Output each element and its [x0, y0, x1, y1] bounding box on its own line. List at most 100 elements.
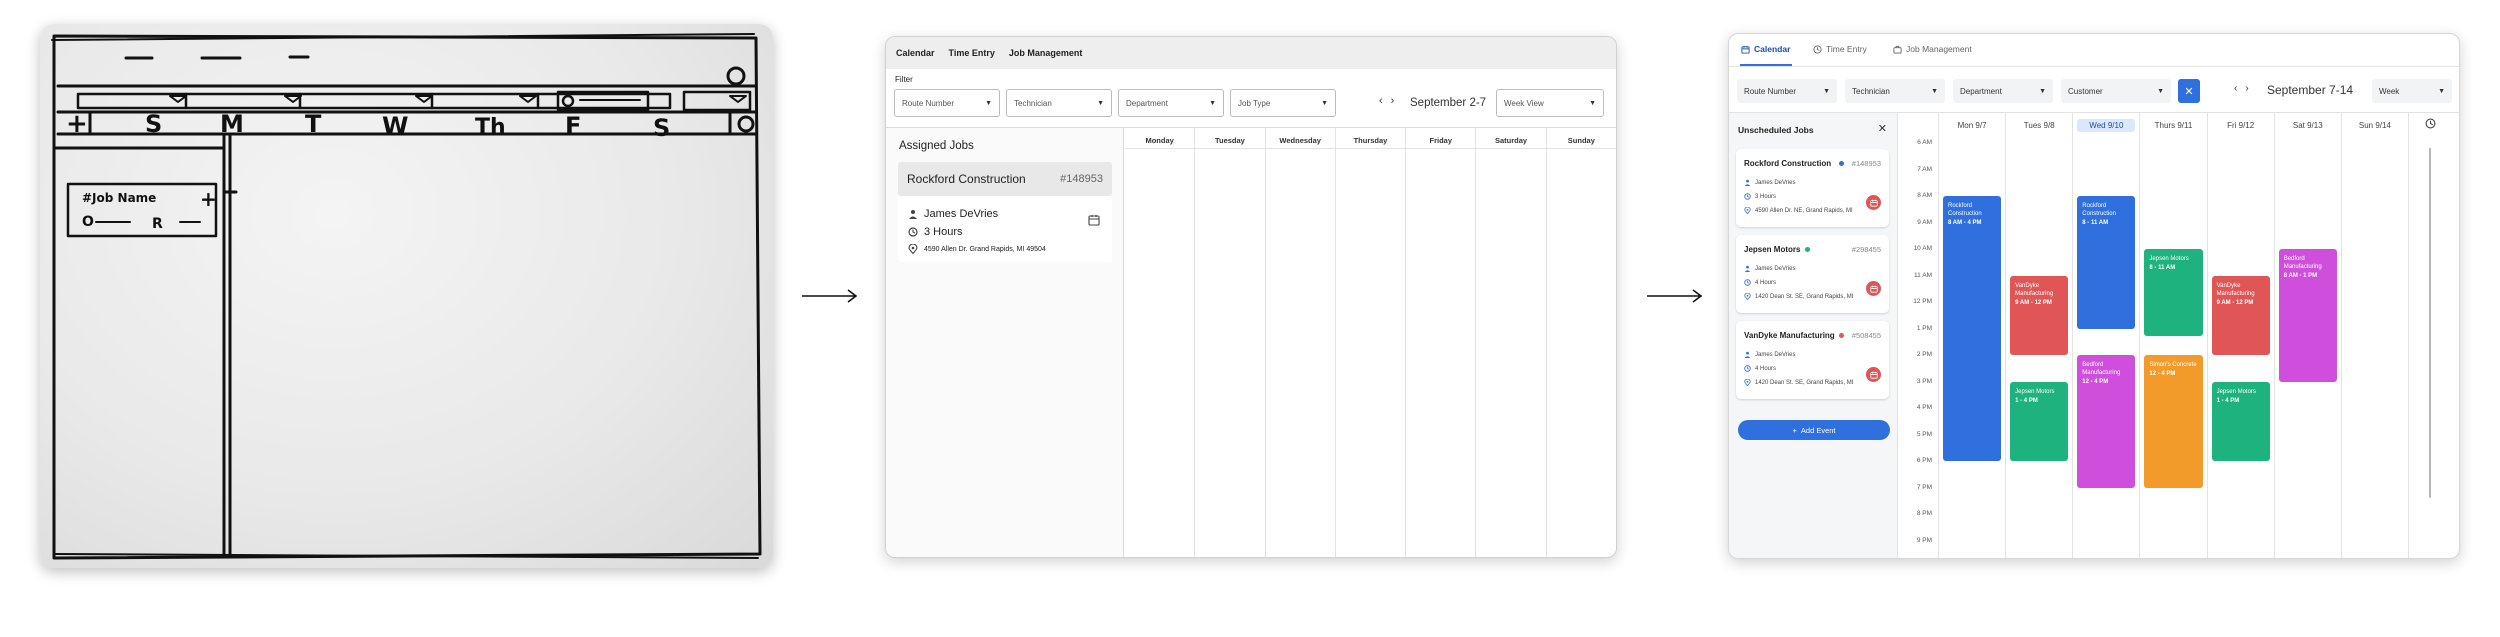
hour-label: 8 AM — [1917, 192, 1932, 199]
day-column[interactable]: Tues 9/8 VanDyke Manufacturing 9 AM - 12 P… — [2006, 113, 2074, 558]
job-type-select[interactable]: Job Type ▼ — [1230, 89, 1336, 117]
department-select[interactable]: Department ▼ — [1953, 79, 2053, 103]
calendar-add-icon — [1869, 199, 1878, 207]
calendar-add-icon[interactable] — [1088, 214, 1100, 226]
schedule-job-button[interactable] — [1866, 281, 1881, 296]
location-pin-icon — [908, 244, 918, 254]
calendar-event[interactable]: Jepsen Motors 8 - 11 AM — [2144, 249, 2203, 337]
tab-job-management[interactable]: Job Management — [1893, 44, 1972, 54]
unscheduled-job-card[interactable]: Rockford Construction #148953 James DeVrie… — [1736, 149, 1889, 227]
day-column[interactable]: Monday — [1125, 128, 1196, 557]
sidebar-title: Unscheduled Jobs — [1738, 125, 1814, 135]
schedule-job-button[interactable] — [1866, 367, 1881, 382]
calendar-event[interactable]: Rockford Construction 8 AM - 4 PM — [1943, 196, 2002, 461]
day-column[interactable]: Sunday — [1547, 128, 1616, 557]
svg-text:+: + — [200, 187, 217, 211]
briefcase-icon — [1893, 45, 1902, 54]
chevron-left-icon[interactable]: ‹ — [1379, 95, 1383, 107]
svg-text:S: S — [653, 114, 670, 142]
event-time: 8 - 11 AM — [2082, 220, 2109, 227]
calendar-utility-rail — [2409, 113, 2459, 558]
day-column[interactable]: Tuesday — [1195, 128, 1266, 557]
day-header: Tues 9/8 — [2023, 121, 2055, 130]
chevron-right-icon[interactable]: › — [2245, 83, 2248, 94]
event-time: 8 AM - 1 PM — [2283, 273, 2318, 280]
job-card-header[interactable]: Rockford Construction #148953 — [898, 162, 1112, 196]
job-technician: James DeVries — [1744, 265, 1795, 272]
calendar-event[interactable]: Simon's Concrete 12 - 4 PM — [2144, 355, 2203, 488]
job-duration: 4 Hours — [1744, 279, 1776, 286]
day-column[interactable]: Wednesday — [1266, 128, 1336, 557]
day-column[interactable]: Thurs 9/11 Jepsen Motors 8 - 11 AM Simon's … — [2140, 113, 2208, 558]
job-address: 1420 Dean St. SE, Grand Rapids, MI — [1744, 293, 1853, 300]
day-column[interactable]: Mon 9/7 Rockford Construction 8 AM - 4 PM — [1939, 113, 2007, 558]
whiteboard-sketch: + S M T W Th F S #Job Name + O R — [40, 24, 773, 568]
arrow-right-icon — [800, 286, 860, 306]
clear-filters-button[interactable]: ✕ — [2178, 79, 2200, 103]
department-select[interactable]: Department ▼ — [1118, 89, 1224, 117]
chevron-left-icon[interactable]: ‹ — [2234, 83, 2237, 94]
day-column[interactable]: Friday — [1406, 128, 1477, 557]
calendar-event[interactable]: VanDyke Manufacturing 9 AM - 12 PM — [2211, 275, 2270, 355]
calendar-event[interactable]: Jepsen Motors 1 - 4 PM — [2211, 381, 2270, 461]
unscheduled-job-card[interactable]: VanDyke Manufacturing #508455 James DeVrie… — [1736, 321, 1889, 399]
nav-time-entry[interactable]: Time Entry — [949, 48, 995, 58]
clock-icon — [1744, 279, 1751, 286]
view-select[interactable]: Week ▼ — [2372, 79, 2452, 103]
svg-text:R: R — [152, 216, 163, 232]
tab-calendar[interactable]: Calendar — [1741, 44, 1790, 54]
event-name: Rockford Construction — [2082, 203, 2116, 218]
clock-icon — [1813, 44, 1822, 54]
route-number-select[interactable]: Route Number ▼ — [894, 89, 1000, 117]
hour-axis: 6 AM 7 AM 8 AM 9 AM 10 AM 11 AM 12 PM 1 PM 2 PM 3… — [1899, 113, 1939, 558]
job-name: Rockford Construction — [907, 172, 1026, 186]
top-navigation: Calendar Time Entry Job Management — [886, 37, 1616, 69]
day-column[interactable]: Sat 9/13 Bedford Manufacturing 8 AM - 1 PM — [2275, 113, 2342, 558]
calendar-event[interactable]: Bedford Manufacturing 12 - 4 PM — [2077, 355, 2136, 488]
event-time: 8 - 11 AM — [2149, 265, 2176, 272]
calendar-event[interactable]: Bedford Manufacturing 8 AM - 1 PM — [2278, 249, 2337, 382]
day-column[interactable]: Wed 9/10 Rockford Construction 8 - 11 AM Be… — [2073, 113, 2141, 558]
svg-text:S: S — [145, 110, 162, 138]
clock-icon — [1744, 193, 1751, 200]
event-name: Jepsen Motors — [2216, 388, 2256, 395]
calendar-event[interactable]: Jepsen Motors 1 - 4 PM — [2010, 381, 2069, 461]
caret-down-icon: ▼ — [1321, 99, 1328, 107]
job-duration: 4 Hours — [1744, 365, 1776, 372]
calendar-event[interactable]: VanDyke Manufacturing 9 AM - 12 PM — [2010, 275, 2069, 355]
technician-select[interactable]: Technician ▼ — [1006, 89, 1112, 117]
scrollbar[interactable] — [2429, 148, 2431, 498]
status-dot — [1804, 247, 1810, 252]
unscheduled-job-card[interactable]: Jepsen Motors #298455 James DeVries 4 Hours… — [1736, 235, 1889, 313]
hour-label: 4 PM — [1916, 404, 1932, 411]
caret-down-icon: ▼ — [985, 99, 992, 107]
day-column[interactable]: Sun 9/14 — [2342, 113, 2409, 558]
unscheduled-jobs-sidebar: Unscheduled Jobs ✕ Rockford Construction… — [1729, 113, 1898, 558]
nav-calendar[interactable]: Calendar — [896, 48, 935, 58]
arrow-right-icon — [1645, 286, 1705, 306]
nav-job-management[interactable]: Job Management — [1009, 48, 1083, 58]
add-event-button[interactable]: + Add Event — [1738, 420, 1890, 440]
view-select[interactable]: Week View ▼ — [1496, 89, 1604, 117]
close-icon[interactable]: ✕ — [1878, 122, 1887, 135]
svg-text:Th: Th — [475, 115, 506, 140]
process-showcase: + S M T W Th F S #Job Name + O R Calenda… — [0, 0, 2500, 637]
day-column[interactable]: Thursday — [1336, 128, 1407, 557]
customer-select[interactable]: Customer ▼ — [2061, 79, 2171, 103]
technician-select[interactable]: Technician ▼ — [1845, 79, 1945, 103]
day-column[interactable]: Fri 9/12 VanDyke Manufacturing 9 AM - 12 P… — [2208, 113, 2275, 558]
clock-icon[interactable] — [2425, 118, 2436, 129]
day-header: Sat 9/13 — [2292, 121, 2323, 130]
caret-down-icon: ▼ — [1589, 99, 1596, 107]
chevron-right-icon[interactable]: › — [1391, 95, 1395, 107]
hour-label: 1 PM — [1916, 324, 1932, 332]
job-duration: 3 Hours — [1744, 193, 1776, 200]
day-column[interactable]: Saturday — [1476, 128, 1547, 557]
calendar-event[interactable]: Rockford Construction 8 - 11 AM — [2077, 196, 2136, 329]
event-time: 9 AM - 12 PM — [2216, 299, 2254, 306]
event-name: Rockford Construction — [1948, 203, 1982, 218]
tab-time-entry[interactable]: Time Entry — [1813, 44, 1867, 54]
svg-text:F: F — [565, 112, 581, 140]
route-number-select[interactable]: Route Number ▼ — [1737, 79, 1837, 103]
schedule-job-button[interactable] — [1866, 195, 1881, 210]
